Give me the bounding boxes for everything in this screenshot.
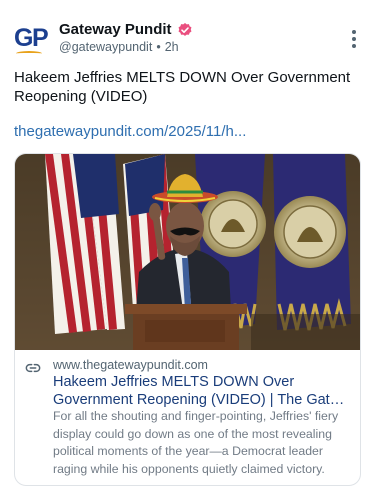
meta-separator: • (156, 40, 161, 54)
link-preview-card[interactable]: www.thegatewaypundit.com Hakeem Jeffries… (14, 153, 361, 486)
card-domain: www.thegatewaypundit.com (53, 358, 208, 372)
american-flag-left (45, 154, 125, 334)
avatar-swoosh (16, 51, 42, 56)
avatar-logo-text: GP (14, 24, 49, 52)
author-name[interactable]: Gateway Pundit (59, 21, 172, 38)
avatar[interactable]: GP (14, 22, 50, 58)
more-vertical-icon-dot (352, 37, 356, 41)
card-info: www.thegatewaypundit.com Hakeem Jeffries… (15, 350, 360, 485)
card-title-line-1: Hakeem Jeffries MELTS DOWN Over (53, 374, 295, 390)
author-handle[interactable]: @gatewaypundit (59, 40, 152, 54)
more-vertical-icon-dot (352, 44, 356, 48)
card-description: For all the shouting and finger-pointing… (53, 409, 339, 476)
link-icon (25, 363, 41, 373)
post-time[interactable]: 2h (165, 40, 179, 54)
card-image[interactable] (15, 154, 360, 350)
more-vertical-icon-dot (352, 30, 356, 34)
card-title-line-2: Government Reopening (VIDEO) | The Gatew… (53, 392, 351, 408)
social-post: GP Gateway Pundit @gatewaypundit • 2h Ha… (0, 0, 375, 500)
verified-badge-icon (178, 22, 191, 36)
card-title[interactable]: Hakeem Jeffries MELTS DOWN Over Governme… (53, 373, 351, 409)
post-text: Hakeem Jeffries MELTS DOWN Over Governme… (14, 69, 351, 105)
more-options-button[interactable] (351, 30, 357, 48)
post-meta: @gatewaypundit • 2h (59, 40, 179, 54)
house-flag-right (273, 154, 351, 331)
podium (125, 304, 247, 350)
author-row: Gateway Pundit (59, 21, 193, 38)
post-link[interactable]: thegatewaypundit.com/2025/11/h... (14, 123, 246, 140)
